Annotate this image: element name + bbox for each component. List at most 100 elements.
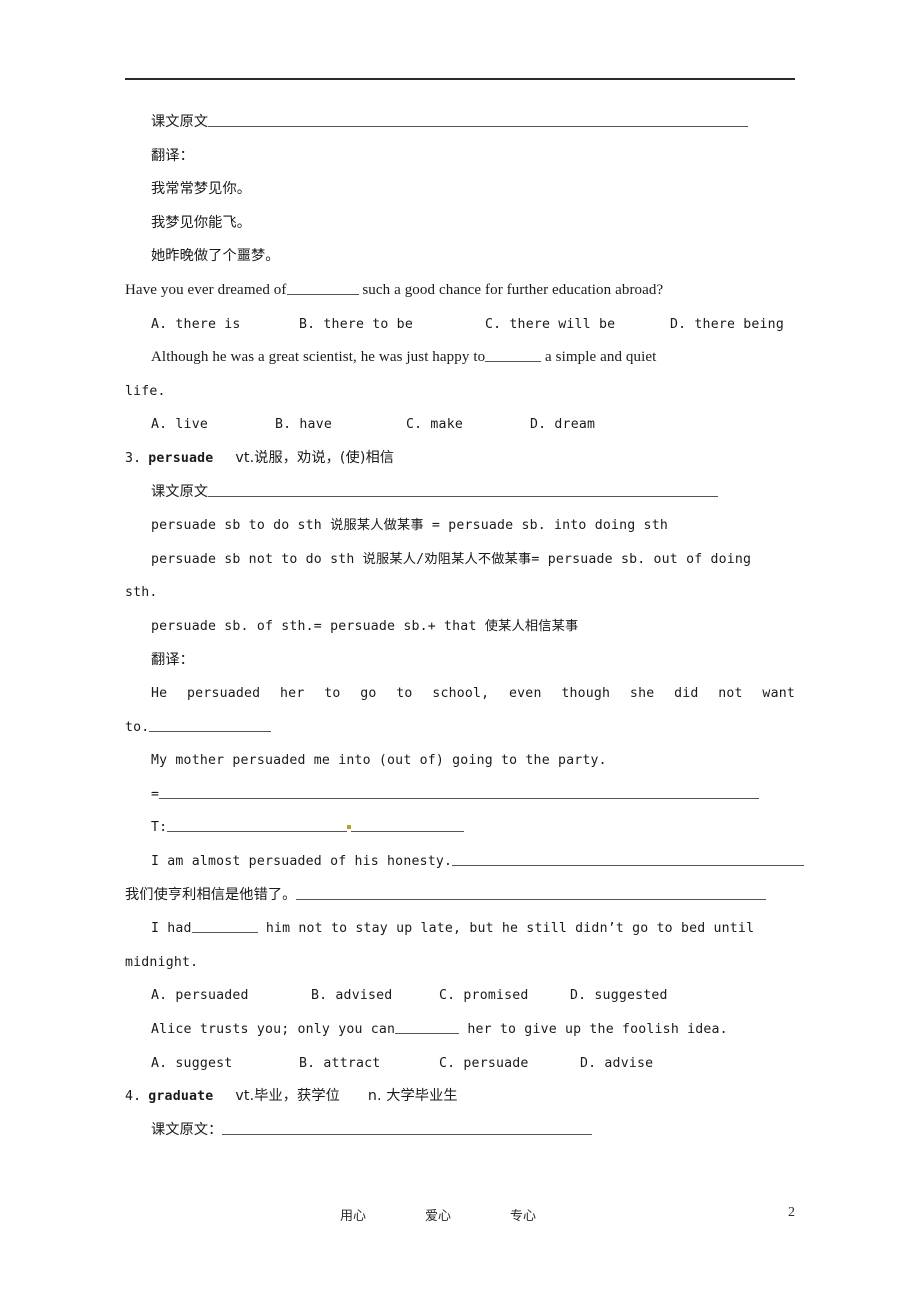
question-3-stem-part-a: I had xyxy=(151,921,192,937)
question-1-option-a[interactable]: A. there is xyxy=(151,308,299,342)
question-4-stem-part-a: Alice trusts you; only you can xyxy=(151,1022,396,1038)
chinese-sentence-1: 我常常梦见你。 xyxy=(125,173,795,207)
question-1-option-c[interactable]: C. there will be xyxy=(485,308,670,342)
question-4-stem-part-b: her to give up the foolish idea. xyxy=(467,1022,728,1038)
question-3-stem-line-1: I had him not to stay up late, but he st… xyxy=(125,912,795,946)
answer-blank-5[interactable] xyxy=(296,888,767,900)
chinese-sentence-1-text: 我常常梦见你。 xyxy=(151,181,252,198)
question-1-option-d[interactable]: D. there being xyxy=(670,317,784,332)
question-3-options: A. persuaded B. advised C. promised D. sugg… xyxy=(125,979,795,1013)
source-text-label-3: 课文原文： xyxy=(151,1121,223,1138)
question-4-option-c[interactable]: C. persuade xyxy=(439,1047,580,1081)
usage-line-2b: sth. xyxy=(125,576,795,610)
vocab-entry-4-word: graduate xyxy=(148,1089,214,1105)
question-2-option-b[interactable]: B. have xyxy=(275,408,406,442)
t-answer-line: T: xyxy=(125,811,795,845)
question-4-option-a[interactable]: A. suggest xyxy=(151,1047,299,1081)
question-4-option-d[interactable]: D. advise xyxy=(580,1056,653,1071)
answer-blank-1[interactable] xyxy=(149,721,272,732)
equals-sign: = xyxy=(151,786,160,802)
chinese-sentence-3-text: 她昨晚做了个噩梦。 xyxy=(151,248,280,265)
usage-line-1-text: persuade sb to do sth 说服某人做某事 = persuade… xyxy=(151,518,668,534)
vocab-entry-4-heading: 4. graduate vt.毕业，获学位 n. 大学毕业生 xyxy=(125,1080,795,1114)
t-label: T: xyxy=(151,820,168,836)
vocab-entry-4-definition-vt: vt.毕业，获学位 xyxy=(235,1088,340,1105)
question-1-options: A. there is B. there to be C. there will b… xyxy=(125,308,795,342)
question-2-stem-part-b: a simple and quiet xyxy=(545,349,657,366)
stray-mark-artifact xyxy=(347,825,352,830)
english-sentence-1-line-1: He persuaded her to go to school, even t… xyxy=(125,677,795,711)
usage-line-1: persuade sb to do sth 说服某人做某事 = persuade… xyxy=(125,509,795,543)
translate-label-2: 翻译： xyxy=(151,651,194,668)
footer-item-1: 用心 xyxy=(340,1209,367,1224)
question-2-stem-part-a: Although he was a great scientist, he wa… xyxy=(151,349,486,366)
english-sentence-3-text: I am almost persuaded of his honesty. xyxy=(151,854,453,870)
usage-line-2b-text: sth. xyxy=(125,585,158,601)
usage-line-3: persuade sb. of sth.= persuade sb.+ that… xyxy=(125,610,795,644)
chinese-sentence-4: 我们使亨利相信是他错了。 xyxy=(125,879,795,913)
question-2-stem-line-2: life. xyxy=(125,375,795,409)
question-2-stem-part-c: life. xyxy=(125,383,166,399)
question-2-option-d[interactable]: D. dream xyxy=(530,417,595,432)
answer-blank-4[interactable] xyxy=(452,856,805,867)
vocab-entry-3-heading: 3. persuade vt.说服，劝说，(使)相信 xyxy=(125,442,795,476)
question-2-stem-line-1: Although he was a great scientist, he wa… xyxy=(125,341,795,375)
document-page: 课文原文 翻译： 我常常梦见你。 我梦见你能飞。 她昨晚做了个噩梦。 Have … xyxy=(0,0,920,1302)
question-3-blank[interactable] xyxy=(191,923,258,934)
page-footer: 用心 爱心 专心 2 xyxy=(125,1205,795,1225)
usage-line-2a-text: persuade sb not to do sth 说服某人/劝阻某人不做某事=… xyxy=(151,551,752,567)
question-3-stem-line-2: midnight. xyxy=(125,946,795,980)
answer-blank-2[interactable] xyxy=(159,788,760,799)
vocab-entry-3-definition: vt.说服，劝说，(使)相信 xyxy=(235,449,395,466)
header-rule xyxy=(125,78,795,80)
english-sentence-1-line-2-text: to. xyxy=(125,719,150,735)
question-2-option-c[interactable]: C. make xyxy=(406,408,530,442)
question-3-option-d[interactable]: D. suggested xyxy=(570,988,668,1003)
source-text-line-3: 课文原文： xyxy=(125,1114,795,1148)
question-2-option-a[interactable]: A. live xyxy=(151,408,275,442)
vocab-entry-4-definition-n: n. 大学毕业生 xyxy=(367,1088,458,1105)
english-sentence-2-text: My mother persuaded me into (out of) goi… xyxy=(151,753,607,769)
vocab-entry-3-number: 3. xyxy=(125,450,142,466)
footer-item-3: 专心 xyxy=(510,1209,537,1224)
question-4-stem: Alice trusts you; only you can her to gi… xyxy=(125,1013,795,1047)
fill-in-blank-rule-3[interactable] xyxy=(222,1123,593,1135)
chinese-sentence-2: 我梦见你能飞。 xyxy=(125,207,795,241)
translate-label-1: 翻译： xyxy=(151,147,194,164)
question-1-stem-part-a: Have you ever dreamed of xyxy=(125,281,287,298)
page-number: 2 xyxy=(788,1205,795,1220)
source-text-line-2: 课文原文 xyxy=(125,476,795,510)
question-3-option-c[interactable]: C. promised xyxy=(439,979,570,1013)
fill-in-blank-rule-2[interactable] xyxy=(208,485,719,497)
question-2-options: A. live B. have C. make D. dream xyxy=(125,408,795,442)
question-1-option-b[interactable]: B. there to be xyxy=(299,308,485,342)
answer-blank-3a[interactable] xyxy=(167,822,348,833)
answer-blank-3b[interactable] xyxy=(351,822,465,833)
translate-label-line-2: 翻译： xyxy=(125,644,795,678)
equals-answer-line: = xyxy=(125,778,795,812)
question-4-options: A. suggest B. attract C. persuade D. advise xyxy=(125,1047,795,1081)
question-1-blank[interactable] xyxy=(286,283,359,295)
vocab-entry-3-word: persuade xyxy=(148,450,214,466)
question-1-stem: Have you ever dreamed of such a good cha… xyxy=(125,274,795,308)
question-3-option-b[interactable]: B. advised xyxy=(311,979,439,1013)
english-sentence-1-line-2: to. xyxy=(125,711,795,745)
usage-line-2a: persuade sb not to do sth 说服某人/劝阻某人不做某事=… xyxy=(125,543,795,577)
chinese-sentence-2-text: 我梦见你能飞。 xyxy=(151,214,252,231)
vocab-entry-4-number: 4. xyxy=(125,1089,142,1105)
question-2-blank[interactable] xyxy=(485,350,542,363)
question-3-stem-part-b: him not to stay up late, but he still di… xyxy=(265,921,755,937)
question-4-option-b[interactable]: B. attract xyxy=(299,1047,439,1081)
source-text-label-1: 课文原文 xyxy=(151,114,209,130)
question-1-stem-part-b: such a good chance for further education… xyxy=(362,281,664,298)
question-4-blank[interactable] xyxy=(395,1024,460,1035)
footer-item-2: 爱心 xyxy=(425,1209,452,1224)
usage-line-3-text: persuade sb. of sth.= persuade sb.+ that… xyxy=(151,618,579,634)
english-sentence-2: My mother persuaded me into (out of) goi… xyxy=(125,744,795,778)
english-sentence-1-line-1-text: He persuaded her to go to school, even t… xyxy=(151,686,795,702)
question-3-stem-part-c: midnight. xyxy=(125,954,199,970)
source-text-line-1: 课文原文 xyxy=(125,106,795,140)
question-3-option-a[interactable]: A. persuaded xyxy=(151,979,311,1013)
document-body: 课文原文 翻译： 我常常梦见你。 我梦见你能飞。 她昨晚做了个噩梦。 Have … xyxy=(125,106,805,1148)
fill-in-blank-rule[interactable] xyxy=(208,116,749,127)
